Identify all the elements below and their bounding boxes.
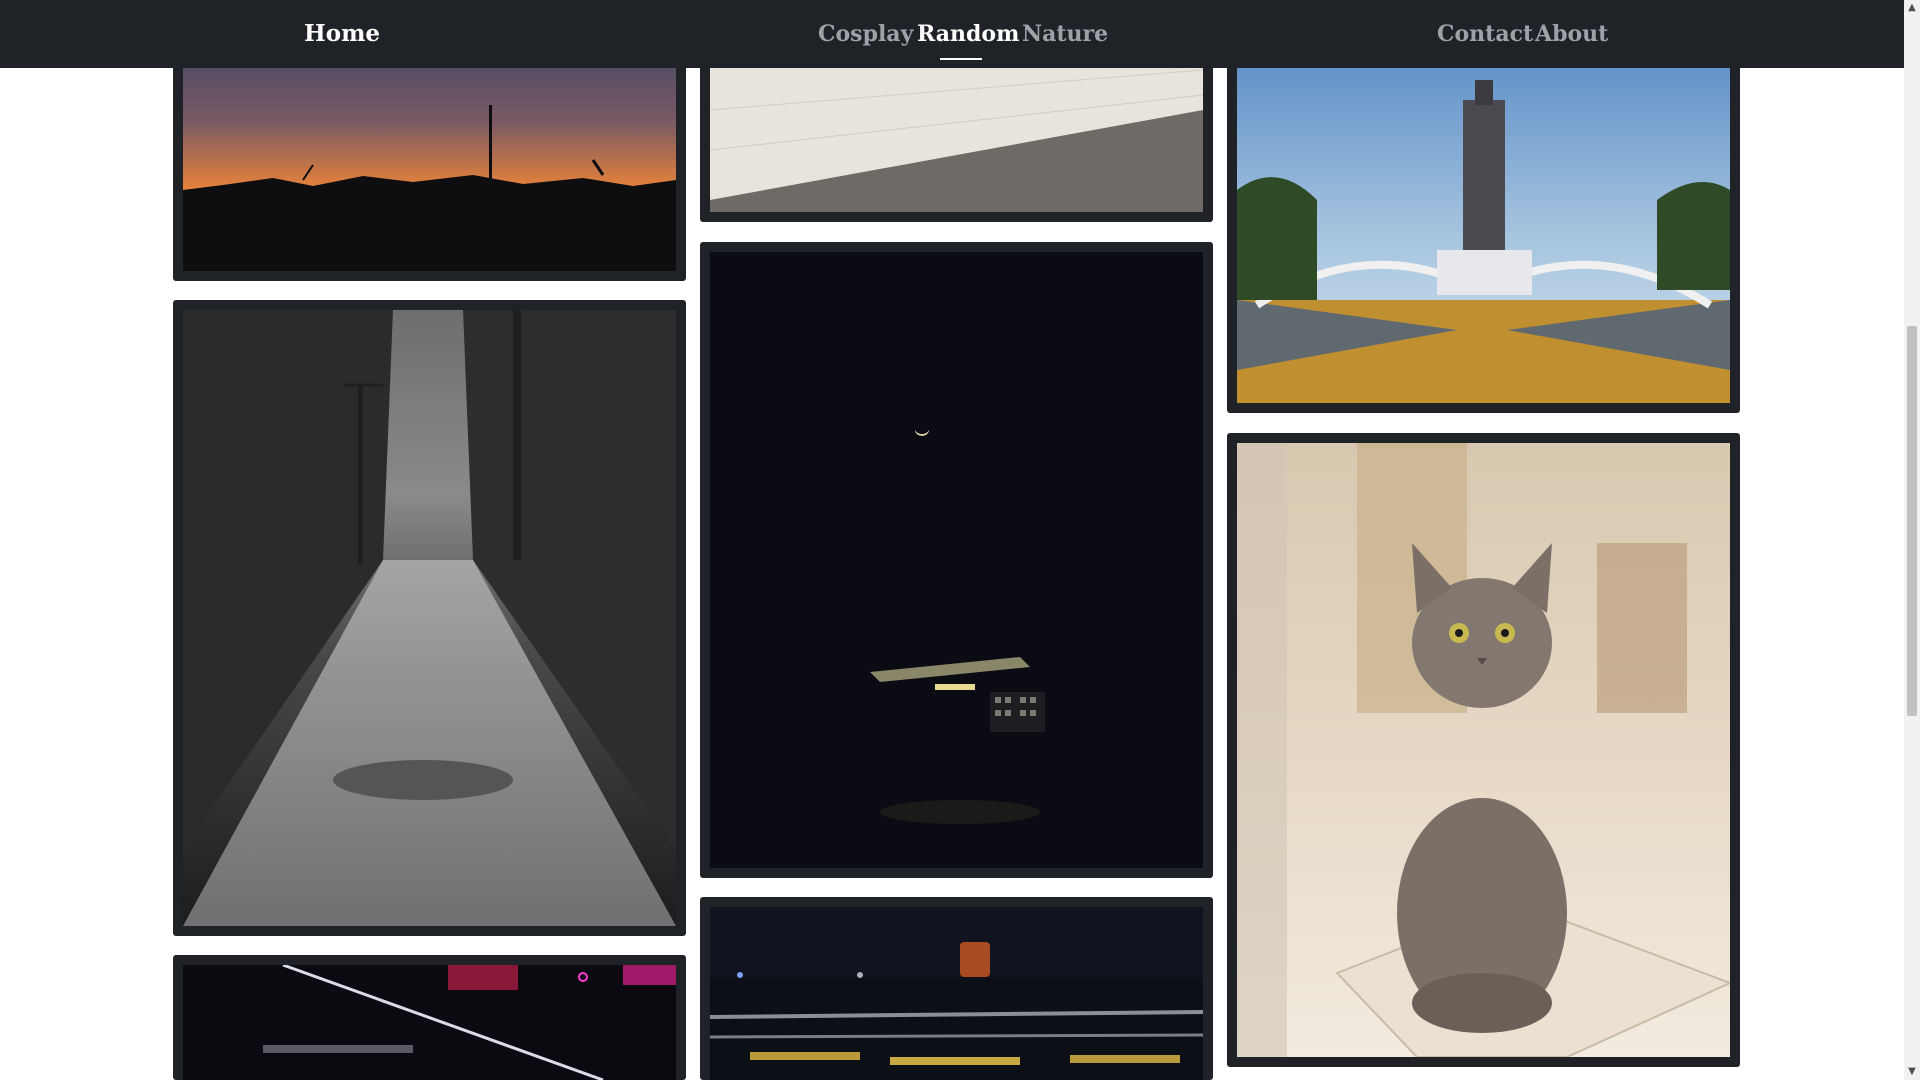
nav-contact-link[interactable]: Contact — [1437, 0, 1533, 68]
gallery-card-moon-night[interactable] — [700, 242, 1213, 878]
nav-cosplay-link[interactable]: Cosplay — [818, 0, 913, 68]
photo-gray-cat — [1237, 443, 1730, 1057]
photo-moon-night-house — [710, 252, 1203, 868]
photo-night-railing-benches — [710, 907, 1203, 1080]
nav-home-link[interactable]: Home — [304, 0, 380, 68]
photo-rainy-street — [183, 310, 676, 926]
gallery-card-neon-laptop[interactable] — [173, 955, 686, 1080]
page-scrollbar[interactable]: ▲ ▼ — [1904, 0, 1920, 1080]
scrollbar-thumb[interactable] — [1907, 326, 1917, 716]
scroll-down-arrow-icon[interactable]: ▼ — [1904, 1064, 1920, 1080]
active-tab-underline — [940, 58, 982, 60]
top-navbar: Home Cosplay Random Nature Contact About — [0, 0, 1904, 68]
gallery-card-rainy-street[interactable] — [173, 300, 686, 936]
nav-nature-link[interactable]: Nature — [1022, 0, 1108, 68]
scroll-up-arrow-icon[interactable]: ▲ — [1904, 0, 1920, 16]
photo-neon-laptop — [183, 965, 676, 1080]
nav-about-link[interactable]: About — [1535, 0, 1608, 68]
gallery-card-cat[interactable] — [1227, 433, 1740, 1067]
gallery-card-night-railing[interactable] — [700, 897, 1213, 1080]
